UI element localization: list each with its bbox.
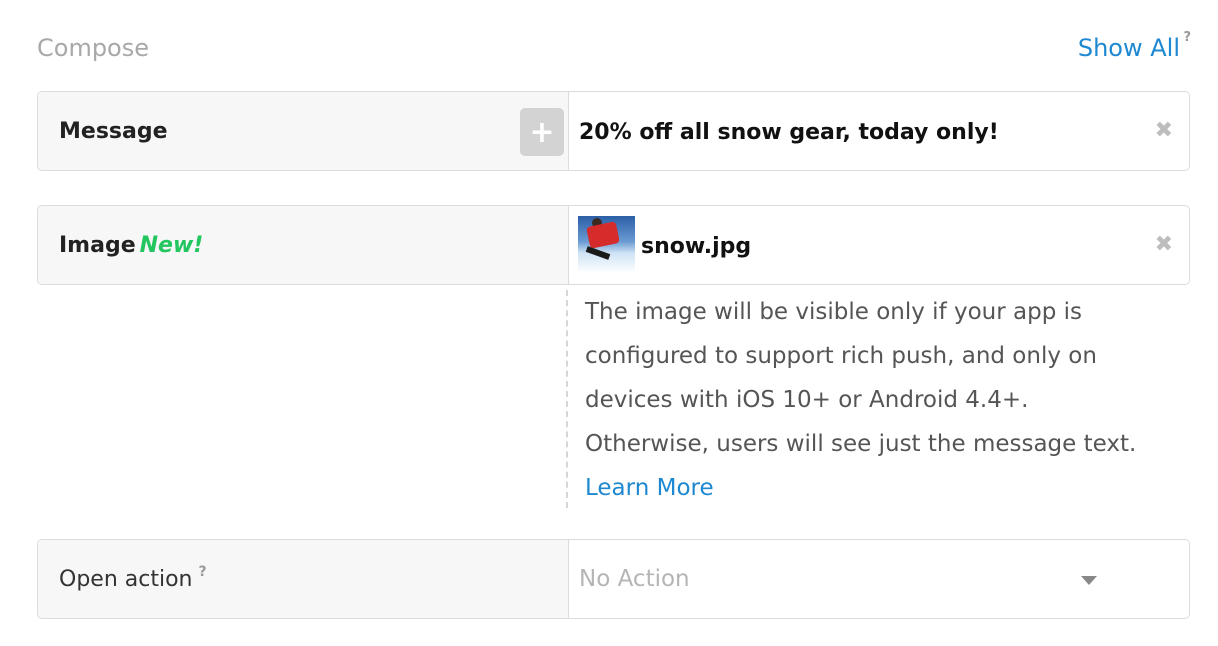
thumbnail-board xyxy=(585,246,611,260)
image-value-cell[interactable]: snow.jpg ✖ xyxy=(569,206,1189,284)
message-text[interactable]: 20% off all snow gear, today only! xyxy=(579,120,999,145)
plus-icon: + xyxy=(529,114,555,150)
section-title: Compose xyxy=(37,34,150,62)
clear-image-icon[interactable]: ✖ xyxy=(1155,232,1173,257)
clear-message-icon[interactable]: ✖ xyxy=(1155,118,1173,143)
learn-more-link[interactable]: Learn More xyxy=(585,475,714,501)
message-label-cell: Message + xyxy=(38,92,569,170)
show-all-help-icon[interactable]: ? xyxy=(1183,30,1191,45)
compose-header: Compose Show All ? xyxy=(37,28,1192,68)
image-thumbnail xyxy=(578,216,635,273)
message-row: Message + 20% off all snow gear, today o… xyxy=(37,91,1190,171)
image-file-name: snow.jpg xyxy=(641,234,752,259)
chevron-down-icon[interactable] xyxy=(1081,576,1097,585)
image-label-wrap: Image New! xyxy=(59,233,203,258)
open-action-label: Open action xyxy=(59,567,193,592)
thumbnail-figure xyxy=(586,221,620,249)
open-action-select[interactable]: No Action xyxy=(569,540,1189,618)
image-row: Image New! snow.jpg ✖ xyxy=(37,205,1190,285)
new-badge: New! xyxy=(139,233,204,258)
image-label-cell: Image New! xyxy=(38,206,569,284)
image-note-text: The image will be visible only if your a… xyxy=(585,299,1137,457)
image-help-note: The image will be visible only if your a… xyxy=(566,290,1146,508)
open-action-label-wrap: Open action? xyxy=(59,564,207,592)
message-label: Message xyxy=(59,119,168,144)
show-all-link[interactable]: Show All xyxy=(1078,34,1180,62)
image-label: Image xyxy=(59,233,136,258)
message-value-cell[interactable]: 20% off all snow gear, today only! ✖ xyxy=(569,92,1189,170)
open-action-value[interactable]: No Action xyxy=(579,566,690,592)
open-action-label-cell: Open action? xyxy=(38,540,569,618)
add-message-button[interactable]: + xyxy=(520,108,564,156)
open-action-help-icon[interactable]: ? xyxy=(198,564,206,580)
open-action-row: Open action? No Action xyxy=(37,539,1190,619)
